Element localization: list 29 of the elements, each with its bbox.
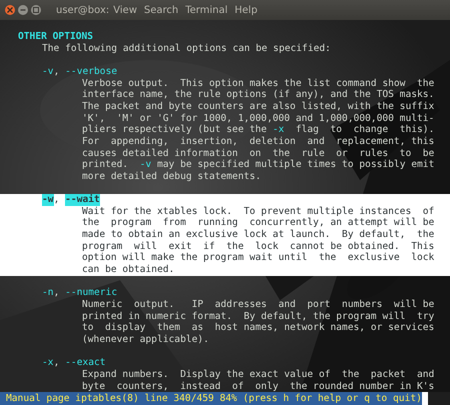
option-description: Verbose output. This option makes the list command show the interface name, the rule options (if any), and the TOS masks. The packet and byte counters are also listed, with the suffix 'K', 'M' or 'G' for 1000, 1,000,000 and 1,000,000,000 multi- pliers respectively (but see the -x flag to change this). For appending, insertion, deletion and replacement, this causes detailed information on the rule or rules to be printed. -v may be specified multiple times to possibly emit more detailed debug statements.	[81, 78, 436, 183]
option-name: -v	[42, 66, 54, 78]
highlighted-option-name: -w	[42, 194, 54, 206]
option-name: -n	[42, 287, 54, 300]
option-name: -x	[42, 357, 54, 369]
section-heading: OTHER OPTIONS	[17, 31, 94, 43]
option-description: Expand numbers. Display the exact value of the packet and byte counters, instead of only the rounded number in K's	[81, 368, 436, 392]
menu-item[interactable]: Help	[234, 4, 258, 16]
separator-text: ,	[54, 287, 60, 300]
status-bar: Manual page iptables(8) line 340/459 84% (press h for help or q to quit)	[0, 392, 422, 405]
separator-text: ,	[54, 66, 60, 78]
maximize-button[interactable]	[31, 5, 41, 15]
separator-text: ,	[54, 194, 60, 206]
menu-item[interactable]: Terminal	[185, 4, 228, 16]
option-description: Numeric output. IP addresses and port numbers will be printed in numeric format. By default, the program will try to display them as host names, network names, or services (whenever applicable).	[81, 299, 436, 346]
option-name: --exact	[65, 357, 106, 369]
option-name: --verbose	[65, 66, 118, 78]
option-description: Wait for the xtables lock. To prevent multiple instances of the program from running concurrently, an attempt will be made to obtain an exclusive lock at launch. By default, the program will exit if the lock cannot be obtained. This option will make the program wait until the exclusive lock can be obtained.	[81, 206, 436, 276]
separator-text: ,	[54, 357, 60, 369]
menu-item[interactable]: View	[113, 4, 137, 16]
option-name: --numeric	[65, 287, 118, 300]
menu-item[interactable]: Search	[144, 4, 178, 16]
close-icon	[6, 6, 14, 14]
minimize-button[interactable]	[18, 5, 28, 15]
intro-text: The following additional options can be specified:	[41, 42, 332, 54]
window-title: user@box:	[56, 4, 110, 16]
highlighted-option-name: --wait	[65, 194, 100, 206]
maximize-icon	[32, 6, 40, 14]
close-button[interactable]	[5, 5, 15, 15]
